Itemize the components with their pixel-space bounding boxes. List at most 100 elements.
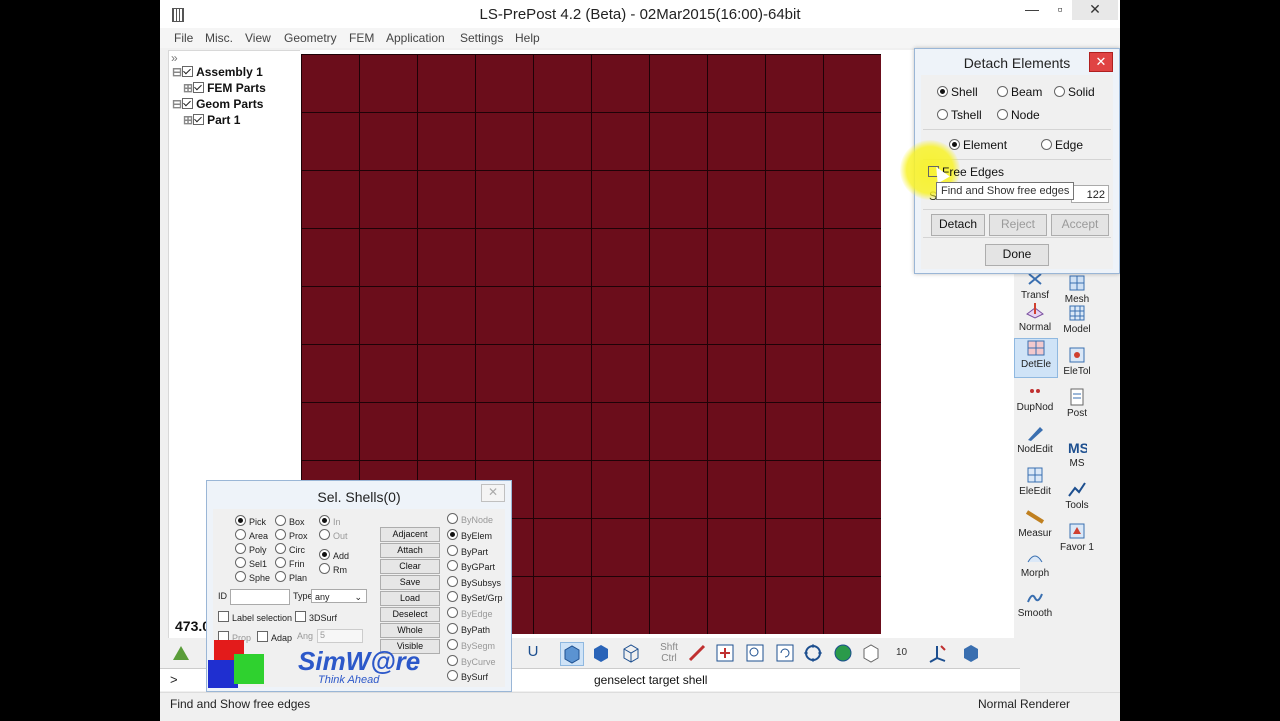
method-circ[interactable]: Circ <box>275 543 305 555</box>
surf3d-checkbox[interactable]: 3DSurf <box>295 611 337 623</box>
option-in[interactable]: In <box>319 515 341 527</box>
menu-view[interactable]: View <box>245 31 271 45</box>
tree-checkbox[interactable] <box>193 114 205 125</box>
option-add[interactable]: Add <box>319 549 349 561</box>
method-pick[interactable]: Pick <box>235 515 266 527</box>
by-path[interactable]: ByPath <box>447 623 490 635</box>
by-elem[interactable]: ByElem <box>447 529 492 541</box>
method-sphe[interactable]: Sphe <box>235 571 270 583</box>
by-set-grp[interactable]: BySet/Grp <box>447 591 503 603</box>
rotate-icon[interactable] <box>170 642 192 664</box>
tool-tools[interactable]: Tools <box>1056 480 1098 511</box>
by-node[interactable]: ByNode <box>447 513 493 525</box>
tree-checkbox[interactable] <box>182 98 194 109</box>
adjacent-button[interactable]: Adjacent <box>380 527 440 542</box>
dialog-close-button[interactable]: ✕ <box>1089 52 1113 72</box>
tree-checkbox[interactable] <box>182 66 194 77</box>
detach-button[interactable]: Detach <box>931 214 985 236</box>
radio-tshell[interactable]: Tshell <box>937 108 982 122</box>
tree-item-assembly[interactable]: ⊟ Assembly 1 <box>172 65 263 79</box>
by-subsys[interactable]: BySubsys <box>447 576 501 588</box>
by-gpart[interactable]: ByGPart <box>447 560 495 572</box>
tree-item-geom-parts[interactable]: ⊟ Geom Parts <box>172 97 263 111</box>
menu-application[interactable]: Application <box>386 31 445 45</box>
shift-ctrl-button[interactable]: Shft Ctrl <box>654 642 684 664</box>
save-button[interactable]: Save <box>380 575 440 590</box>
cube-wire-icon[interactable] <box>620 642 642 664</box>
accept-button[interactable]: Accept <box>1051 214 1109 236</box>
tool-model[interactable]: Model <box>1056 304 1098 335</box>
tool-detele[interactable]: DetEle <box>1014 338 1058 378</box>
deselect-button[interactable]: Deselect <box>380 607 440 622</box>
menu-file[interactable]: File <box>174 31 193 45</box>
tool-transf[interactable]: Transf <box>1014 270 1056 301</box>
method-area[interactable]: Area <box>235 529 268 541</box>
tool-mesh[interactable]: Mesh <box>1056 274 1098 305</box>
cube-solid-icon[interactable] <box>560 642 584 666</box>
by-segm[interactable]: BySegm <box>447 639 495 651</box>
by-curve[interactable]: ByCurve <box>447 655 496 667</box>
menu-help[interactable]: Help <box>515 31 540 45</box>
maximize-icon[interactable]: ▫ <box>1048 0 1072 20</box>
tool-smooth[interactable]: Smooth <box>1014 588 1056 619</box>
option-rm[interactable]: Rm <box>319 563 347 575</box>
tool-favor[interactable]: Favor 1 <box>1056 522 1098 553</box>
tool-morph[interactable]: Morph <box>1014 548 1056 579</box>
menu-settings[interactable]: Settings <box>460 31 503 45</box>
by-surf[interactable]: BySurf <box>447 670 488 682</box>
tool-post[interactable]: Post <box>1056 388 1098 419</box>
option-out[interactable]: Out <box>319 529 348 541</box>
zoom-box-icon[interactable] <box>744 642 766 664</box>
u-toggle-button[interactable]: U <box>522 642 544 664</box>
count-input[interactable]: 122 <box>1071 185 1109 203</box>
axes-icon[interactable] <box>926 642 948 664</box>
close-icon[interactable]: ✕ <box>1072 0 1118 20</box>
load-button[interactable]: Load <box>380 591 440 606</box>
attach-button[interactable]: Attach <box>380 543 440 558</box>
label-selection-checkbox[interactable]: Label selection <box>218 611 292 623</box>
menu-misc[interactable]: Misc. <box>205 31 233 45</box>
method-poly[interactable]: Poly <box>235 543 267 555</box>
radio-element[interactable]: Element <box>949 138 1007 152</box>
tool-normal[interactable]: Normal <box>1014 302 1056 333</box>
menu-geometry[interactable]: Geometry <box>284 31 337 45</box>
tree-item-part[interactable]: ⊞ Part 1 <box>183 113 240 127</box>
radio-node[interactable]: Node <box>997 108 1040 122</box>
grid-cube-icon[interactable] <box>860 642 882 664</box>
method-prox[interactable]: Prox <box>275 529 308 541</box>
cube-shade-icon[interactable] <box>590 642 612 664</box>
method-box[interactable]: Box <box>275 515 305 527</box>
id-input[interactable] <box>230 589 290 605</box>
type-select[interactable]: any ⌄ <box>311 589 367 603</box>
radio-solid[interactable]: Solid <box>1054 85 1095 99</box>
by-edge[interactable]: ByEdge <box>447 607 493 619</box>
tool-eletol[interactable]: EleTol <box>1056 346 1098 377</box>
globe-icon[interactable] <box>832 642 854 664</box>
radio-shell[interactable]: Shell <box>937 85 978 99</box>
tool-ms[interactable]: MS MS <box>1056 438 1098 469</box>
tool-eleedit[interactable]: EleEdit <box>1014 466 1056 497</box>
pan-icon[interactable] <box>686 642 708 664</box>
tool-nodedit[interactable]: NodEdit <box>1014 424 1056 455</box>
tool-dupnod[interactable]: DupNod <box>1014 382 1056 413</box>
method-sel1[interactable]: Sel1 <box>235 557 267 569</box>
method-frin[interactable]: Frin <box>275 557 305 569</box>
minimize-icon[interactable]: — <box>1020 0 1044 20</box>
dialog-close-button[interactable]: ✕ <box>481 484 505 502</box>
tree-checkbox[interactable] <box>193 82 205 93</box>
radio-edge[interactable]: Edge <box>1041 138 1083 152</box>
fit-view-icon[interactable] <box>802 642 824 664</box>
clear-button[interactable]: Clear <box>380 559 440 574</box>
zoom-reset-icon[interactable] <box>774 642 796 664</box>
method-plan[interactable]: Plan <box>275 571 307 583</box>
radio-beam[interactable]: Beam <box>997 85 1042 99</box>
view-cube-icon[interactable] <box>960 642 982 664</box>
menu-fem[interactable]: FEM <box>349 31 374 45</box>
done-button[interactable]: Done <box>985 244 1049 266</box>
reject-button[interactable]: Reject <box>989 214 1047 236</box>
by-part[interactable]: ByPart <box>447 545 488 557</box>
tool-measur[interactable]: Measur <box>1014 508 1056 539</box>
whole-button[interactable]: Whole <box>380 623 440 638</box>
tree-item-fem-parts[interactable]: ⊞ FEM Parts <box>183 81 266 95</box>
tree-expand-icon[interactable]: » <box>171 51 178 65</box>
